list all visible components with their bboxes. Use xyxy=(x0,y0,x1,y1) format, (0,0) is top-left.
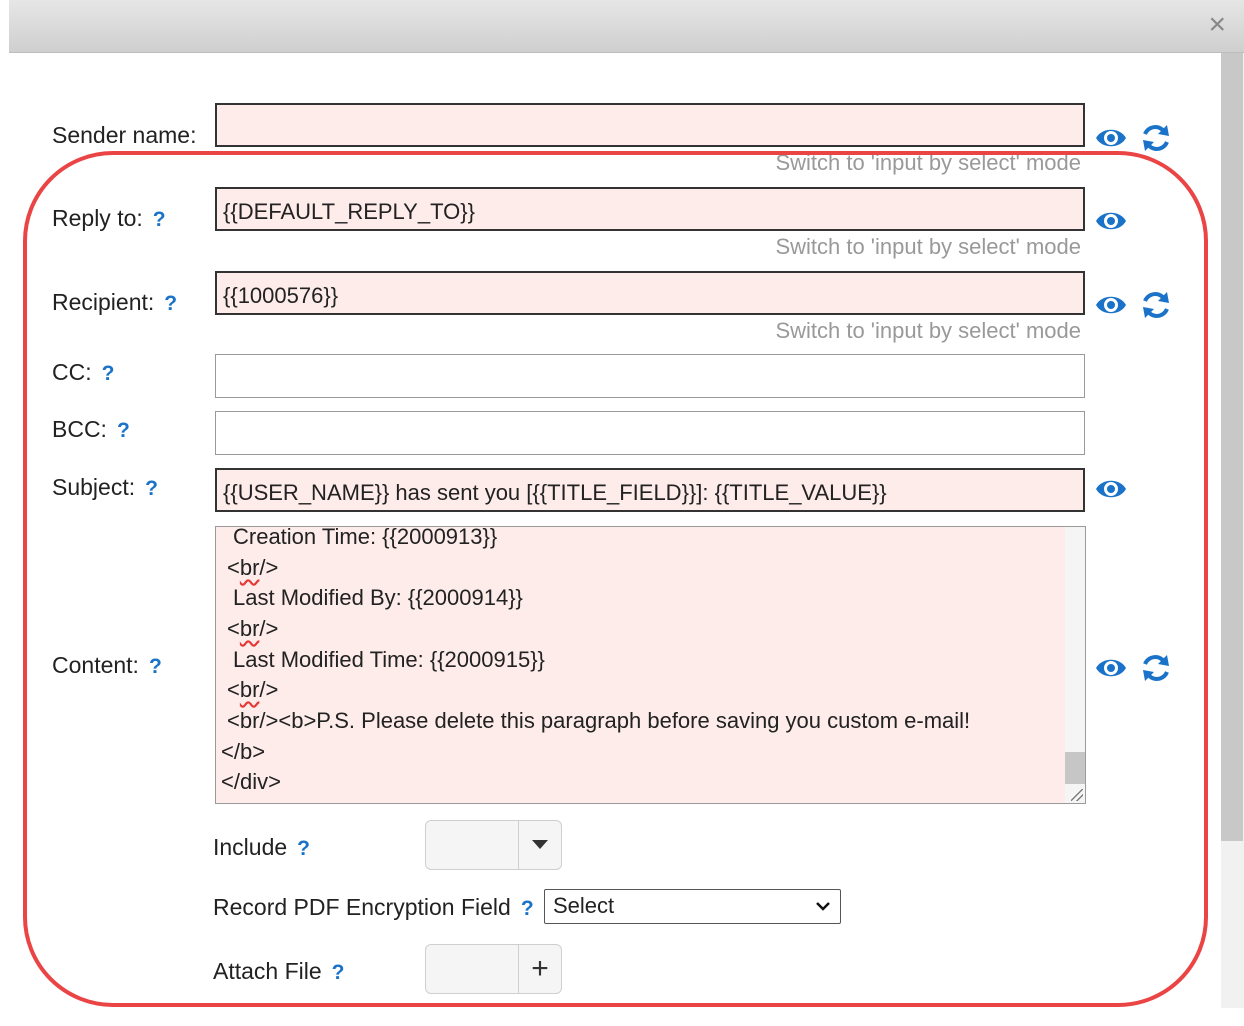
reply-to-input[interactable]: {{DEFAULT_REPLY_TO}} xyxy=(215,187,1085,231)
pdf-encryption-label: Record PDF Encryption Field? xyxy=(213,894,534,920)
help-icon[interactable]: ? xyxy=(332,961,345,984)
content-line: </div> xyxy=(221,769,281,794)
subject-input[interactable]: {{USER_NAME}} has sent you [{{TITLE_FIEL… xyxy=(215,468,1085,512)
switch-mode-link[interactable]: Switch to 'input by select' mode xyxy=(775,150,1081,176)
content-scrollbar-thumb[interactable] xyxy=(1065,752,1085,784)
help-icon[interactable]: ? xyxy=(153,208,166,231)
eye-icon[interactable] xyxy=(1094,472,1128,506)
switch-mode-link[interactable]: Switch to 'input by select' mode xyxy=(775,234,1081,260)
refresh-icon[interactable] xyxy=(1139,288,1173,322)
eye-icon[interactable] xyxy=(1094,651,1128,685)
content-line-tag: br xyxy=(239,616,260,641)
eye-icon[interactable] xyxy=(1094,121,1128,155)
help-icon[interactable]: ? xyxy=(117,419,130,442)
sender-name-label: Sender name: xyxy=(52,122,197,148)
eye-icon[interactable] xyxy=(1094,288,1128,322)
content-line: <br/> xyxy=(227,616,279,641)
recipient-label: Recipient:? xyxy=(52,289,178,315)
content-line: </b> xyxy=(221,739,266,764)
content-line: Last Modified Time: {{2000915}} xyxy=(233,647,545,672)
cc-input[interactable] xyxy=(215,354,1085,398)
content-line-tag: br xyxy=(239,677,260,702)
bcc-label: BCC:? xyxy=(52,416,130,442)
attach-file-label: Attach File? xyxy=(213,958,345,984)
content-textarea[interactable]: Creation Time: {{2000913}} <br/> Last Mo… xyxy=(215,526,1086,804)
resize-handle-icon[interactable] xyxy=(1071,789,1083,801)
content-line: <br/> xyxy=(227,555,279,580)
content-line: <br/><b>P.S. Please delete this paragrap… xyxy=(227,708,971,733)
recipient-input[interactable]: {{1000576}} xyxy=(215,271,1085,315)
caret-down-icon xyxy=(532,840,548,849)
sender-name-input[interactable] xyxy=(215,103,1085,147)
reply-to-label: Reply to:? xyxy=(52,205,166,231)
content-line-tag: br xyxy=(239,555,260,580)
help-icon[interactable]: ? xyxy=(521,897,534,920)
dialog-scrollbar-thumb[interactable] xyxy=(1221,53,1243,841)
help-icon[interactable]: ? xyxy=(149,655,162,678)
chevron-down-icon xyxy=(816,902,830,911)
help-icon[interactable]: ? xyxy=(145,477,158,500)
content-line: <br/> xyxy=(227,677,279,702)
subject-label: Subject:? xyxy=(52,474,158,500)
bcc-input[interactable] xyxy=(215,411,1085,455)
pdf-encryption-select[interactable]: Select xyxy=(544,889,841,924)
caret-down-icon[interactable] xyxy=(519,821,561,869)
content-line: Last Modified By: {{2000914}} xyxy=(233,585,523,610)
help-icon[interactable]: ? xyxy=(164,292,177,315)
help-icon[interactable]: ? xyxy=(297,837,310,860)
eye-icon[interactable] xyxy=(1094,204,1128,238)
content-line: Creation Time: {{2000913}} xyxy=(233,526,498,549)
close-icon[interactable]: × xyxy=(1208,10,1226,40)
left-edge xyxy=(0,0,9,1026)
plus-icon[interactable]: + xyxy=(519,945,561,993)
include-dropdown[interactable] xyxy=(425,820,562,870)
attach-file-control[interactable]: + xyxy=(425,944,562,994)
refresh-icon[interactable] xyxy=(1139,121,1173,155)
content-label: Content:? xyxy=(52,652,162,678)
dialog-titlebar: × xyxy=(9,0,1244,53)
switch-mode-link[interactable]: Switch to 'input by select' mode xyxy=(775,318,1081,344)
help-icon[interactable]: ? xyxy=(102,362,115,385)
refresh-icon[interactable] xyxy=(1139,651,1173,685)
pdf-encryption-selected: Select xyxy=(553,893,615,918)
include-label: Include? xyxy=(213,834,310,860)
cc-label: CC:? xyxy=(52,359,115,385)
